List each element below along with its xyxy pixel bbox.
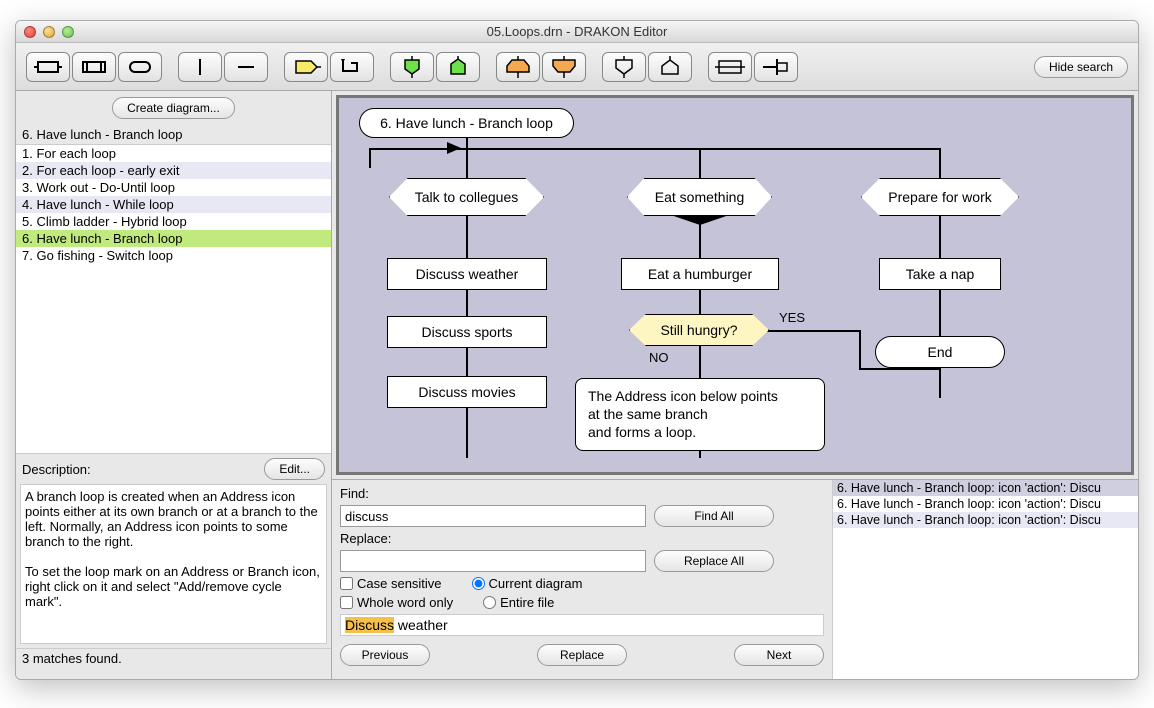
description-label: Description: [22,462,91,477]
label-yes: YES [779,310,805,325]
replace-label: Replace: [340,531,824,546]
label-no: NO [649,350,669,365]
action-nap[interactable]: Take a nap [879,258,1001,290]
tool-connector-icon[interactable] [754,52,798,82]
hide-search-button[interactable]: Hide search [1034,56,1128,78]
tool-loop-end-icon[interactable] [542,52,586,82]
replace-input[interactable] [340,550,646,572]
tool-address-icon[interactable] [436,52,480,82]
tool-vertical-icon[interactable] [178,52,222,82]
list-item[interactable]: 1. For each loop [16,145,331,162]
window-title: 05.Loops.drn - DRAKON Editor [16,24,1138,39]
find-all-button[interactable]: Find All [654,505,774,527]
result-item[interactable]: 6. Have lunch - Branch loop: icon 'actio… [833,480,1138,496]
replace-button[interactable]: Replace [537,644,627,666]
find-label: Find: [340,486,824,501]
tool-horizontal-icon[interactable] [224,52,268,82]
replace-all-button[interactable]: Replace All [654,550,774,572]
decision-hungry[interactable]: Still hungry? [629,314,769,346]
action-hamburger[interactable]: Eat a humburger [621,258,779,290]
previous-button[interactable]: Previous [340,644,430,666]
edit-button[interactable]: Edit... [264,458,325,480]
tool-output-icon[interactable] [648,52,692,82]
comment-node[interactable]: The Address icon below points at the sam… [575,378,825,451]
next-button[interactable]: Next [734,644,824,666]
tool-select-icon[interactable] [330,52,374,82]
end-node[interactable]: End [875,336,1005,368]
create-diagram-button[interactable]: Create diagram... [112,97,235,119]
find-input[interactable] [340,505,646,527]
action-movies[interactable]: Discuss movies [387,376,547,408]
toolbar: Hide search [16,43,1138,91]
entire-file-radio[interactable]: Entire file [483,595,554,610]
search-results: 6. Have lunch - Branch loop: icon 'actio… [832,480,1138,679]
titlebar: 05.Loops.drn - DRAKON Editor [16,21,1138,43]
tool-insertion-icon[interactable] [72,52,116,82]
result-item[interactable]: 6. Have lunch - Branch loop: icon 'actio… [833,512,1138,528]
action-sports[interactable]: Discuss sports [387,316,547,348]
description-text: A branch loop is created when an Address… [20,484,327,644]
sidebar: Create diagram... 6. Have lunch - Branch… [16,91,332,679]
result-item[interactable]: 6. Have lunch - Branch loop: icon 'actio… [833,496,1138,512]
status-bar: 3 matches found. [16,648,331,668]
action-weather[interactable]: Discuss weather [387,258,547,290]
tool-branch-icon[interactable] [390,52,434,82]
list-item[interactable]: 6. Have lunch - Branch loop [16,230,331,247]
selected-diagram-title: 6. Have lunch - Branch loop [16,125,331,144]
diagram-title-node[interactable]: 6. Have lunch - Branch loop [359,108,574,138]
tool-input-icon[interactable] [602,52,646,82]
canvas[interactable]: 6. Have lunch - Branch loop Talk to coll… [336,95,1134,475]
diagram-list: 1. For each loop 2. For each loop - earl… [16,144,331,454]
tool-action-icon[interactable] [26,52,70,82]
tool-if-icon[interactable] [284,52,328,82]
tool-start-end-icon[interactable] [118,52,162,82]
list-item[interactable]: 5. Climb ladder - Hybrid loop [16,213,331,230]
list-item[interactable]: 2. For each loop - early exit [16,162,331,179]
current-match: Discuss weather [340,614,824,636]
window: 05.Loops.drn - DRAKON Editor [15,20,1139,680]
current-diagram-radio[interactable]: Current diagram [472,576,583,591]
list-item[interactable]: 3. Work out - Do-Until loop [16,179,331,196]
list-item[interactable]: 4. Have lunch - While loop [16,196,331,213]
whole-word-checkbox[interactable]: Whole word only [340,595,453,610]
branch-header-prepare[interactable]: Prepare for work [861,178,1019,216]
tool-loop-start-icon[interactable] [496,52,540,82]
list-item[interactable]: 7. Go fishing - Switch loop [16,247,331,264]
case-sensitive-checkbox[interactable]: Case sensitive [340,576,442,591]
tool-shelf-icon[interactable] [708,52,752,82]
branch-header-talk[interactable]: Talk to collegues [389,178,544,216]
branch-header-eat[interactable]: Eat something [627,178,772,216]
search-panel: Find: Find All Replace: Replace All Case… [332,479,1138,679]
